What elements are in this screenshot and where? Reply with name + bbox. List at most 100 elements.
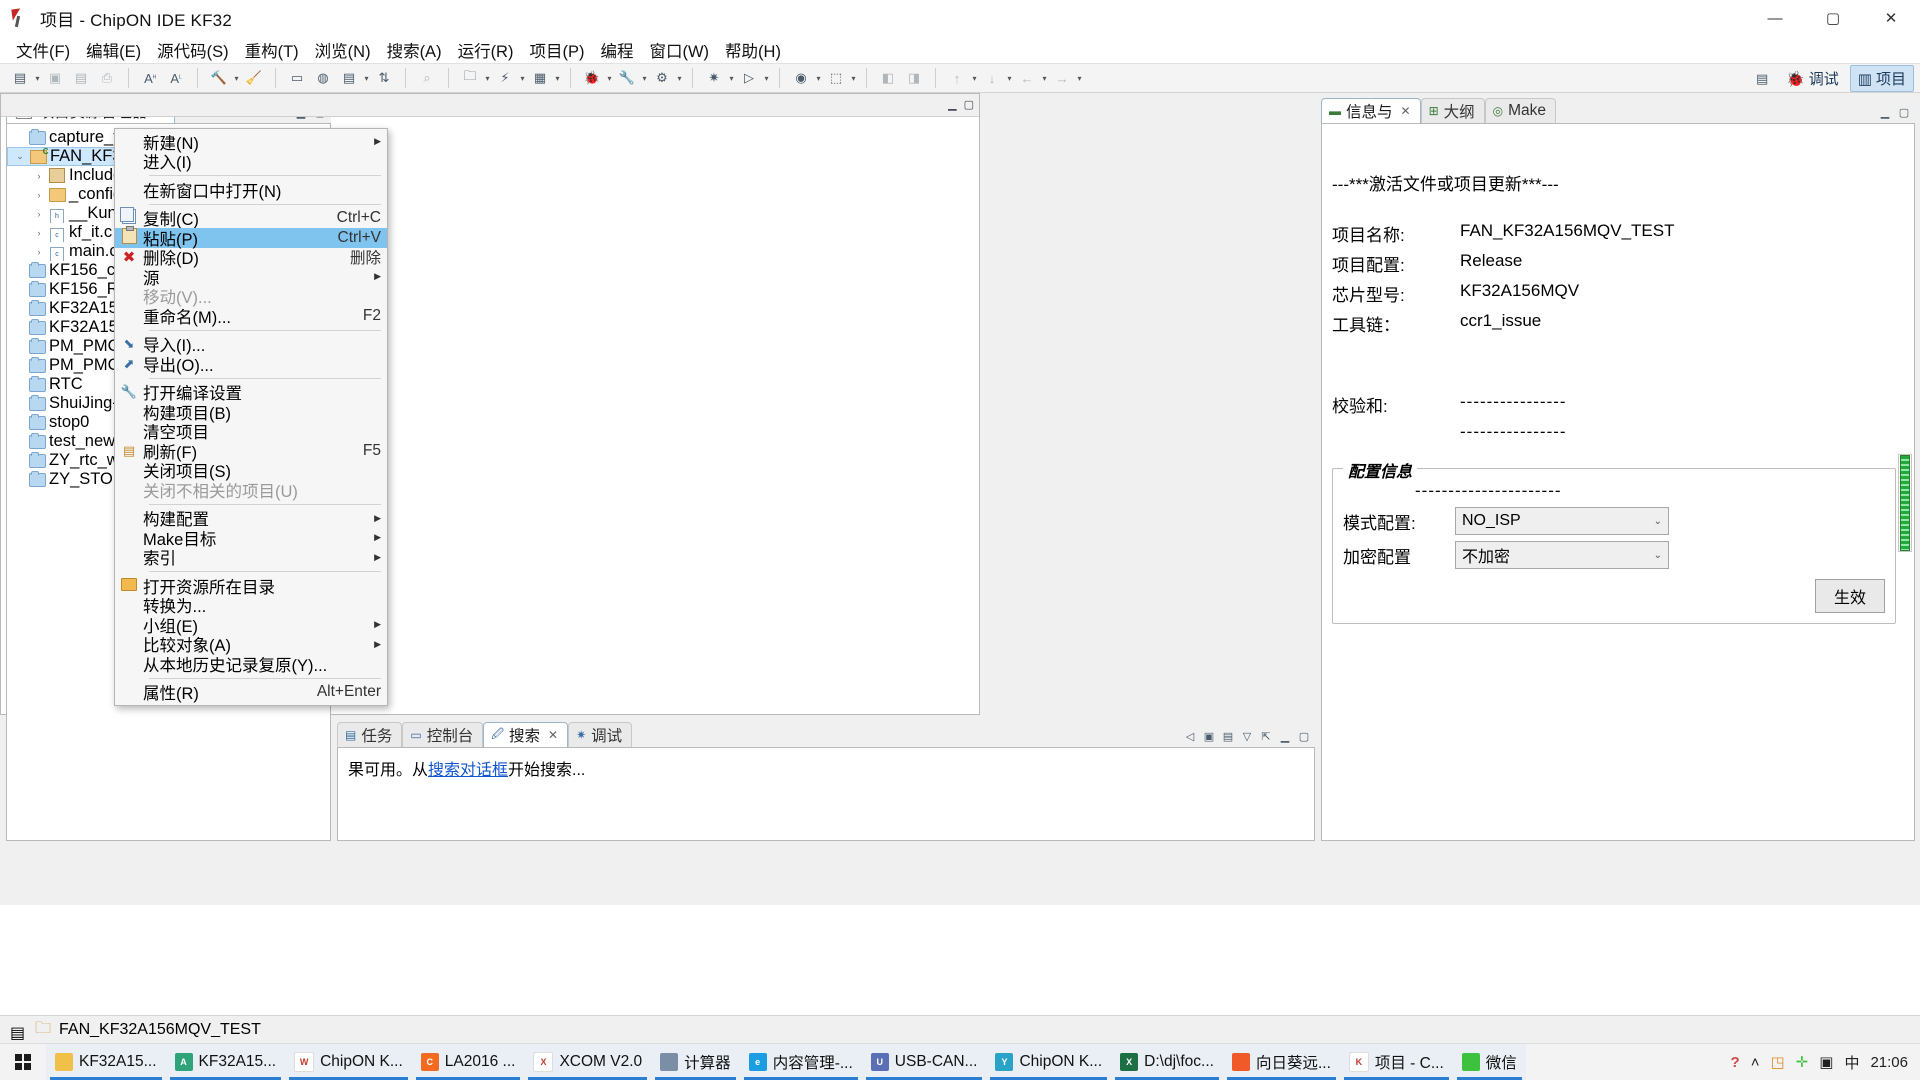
collapse-all-icon[interactable]: ▤ — [337, 66, 361, 90]
taskbar-item[interactable]: 计算器 — [651, 1044, 740, 1080]
menu-6[interactable]: 运行(R) — [450, 36, 522, 64]
context-menu-item[interactable]: ⬈导出(O)... — [115, 354, 387, 374]
menu-5[interactable]: 搜索(A) — [379, 36, 450, 64]
context-menu-item[interactable]: 索引▶ — [115, 548, 387, 568]
context-menu-item[interactable]: 从本地历史记录复原(Y)... — [115, 654, 387, 674]
profile-dropdown-arrow[interactable]: ▾ — [814, 67, 823, 89]
flash-icon[interactable]: ⚡ — [493, 66, 517, 90]
bottom-tab-3[interactable]: ✷调试 — [568, 722, 632, 747]
folder-toolbar-icon[interactable]: 🗀 — [458, 66, 482, 90]
globe-icon[interactable]: ◍ — [311, 66, 335, 90]
rp-minimize-icon[interactable]: ▁ — [1877, 104, 1893, 120]
taskbar-item[interactable]: CLA2016 ... — [412, 1044, 525, 1080]
taskbar-item[interactable]: UUSB-CAN... — [862, 1044, 987, 1080]
apply-button[interactable]: 生效 — [1815, 579, 1885, 613]
bp-pin-icon[interactable]: ▤ — [1220, 728, 1236, 744]
open-resource-icon[interactable]: ▭ — [285, 66, 309, 90]
bp-prev-icon[interactable]: ◁ — [1182, 728, 1198, 744]
link-icon[interactable]: ⇅ — [372, 66, 396, 90]
twisty-icon[interactable]: ⌄ — [12, 151, 28, 162]
forward-history-icon[interactable]: → — [1050, 66, 1074, 90]
settings-icon[interactable]: ⚙ — [650, 66, 674, 90]
settings-dropdown-arrow[interactable]: ▾ — [675, 67, 684, 89]
bottom-tab-1[interactable]: ▭控制台 — [402, 722, 483, 747]
profile-icon[interactable]: ◉ — [789, 66, 813, 90]
network-tray-icon[interactable]: ◳ — [1770, 1053, 1784, 1071]
back-icon[interactable]: ◧ — [876, 66, 900, 90]
taskbar-item[interactable]: KF32A15... — [46, 1044, 166, 1080]
taskbar-item[interactable]: XD:\dj\foc... — [1111, 1044, 1223, 1080]
run-icon[interactable]: ▷ — [737, 66, 761, 90]
bug-icon[interactable]: 🐞 — [580, 66, 604, 90]
back-history-icon[interactable]: ← — [1015, 66, 1039, 90]
right-tab-0[interactable]: ▬信息与✕ — [1321, 98, 1421, 123]
sparkle-dropdown-arrow[interactable]: ▾ — [727, 67, 736, 89]
prev-annotation-icon[interactable]: ↑ — [945, 66, 969, 90]
menu-9[interactable]: 窗口(W) — [641, 36, 717, 64]
rp-maximize-icon[interactable]: ▢ — [1896, 104, 1912, 120]
twisty-icon[interactable]: › — [31, 190, 47, 200]
taskbar-item[interactable]: 向日葵远... — [1223, 1044, 1340, 1080]
perspective-dropdown-arrow[interactable]: ▾ — [849, 67, 858, 89]
save-all-icon[interactable]: ▤ — [69, 66, 93, 90]
ime-tray-icon[interactable]: 中 — [1844, 1052, 1859, 1073]
menu-10[interactable]: 帮助(H) — [717, 36, 789, 64]
tab-close-icon[interactable]: ✕ — [548, 728, 558, 742]
forward-icon[interactable]: ◨ — [902, 66, 926, 90]
chip-dropdown-arrow[interactable]: ▾ — [553, 67, 562, 89]
bottom-tab-0[interactable]: ▤任务 — [337, 722, 402, 747]
perspective-debug[interactable]: 🐞调试 — [1779, 66, 1846, 91]
taskbar-item[interactable]: AKF32A15... — [166, 1044, 286, 1080]
menu-8[interactable]: 编程 — [592, 36, 641, 64]
search-dialog-link[interactable]: 搜索对话框 — [428, 762, 508, 779]
forward-history-arrow[interactable]: ▾ — [1075, 67, 1084, 89]
flash-dropdown-arrow[interactable]: ▾ — [518, 67, 527, 89]
new-icon[interactable]: ▤ — [8, 66, 32, 90]
menu-2[interactable]: 源代码(S) — [149, 36, 237, 64]
taskbar-item[interactable]: 微信 — [1453, 1044, 1526, 1080]
sparkle-icon[interactable]: ✷ — [702, 66, 726, 90]
tools-icon[interactable]: 🔧 — [615, 66, 639, 90]
twisty-icon[interactable]: › — [31, 209, 47, 219]
collapse-dropdown-arrow[interactable]: ▾ — [362, 67, 371, 89]
twisty-icon[interactable]: › — [31, 171, 47, 181]
taskbar-item[interactable]: YChipON K... — [986, 1044, 1111, 1080]
encrypt-config-select[interactable]: 不加密 ⌄ — [1455, 541, 1669, 569]
menu-3[interactable]: 重构(T) — [237, 36, 307, 64]
perspective-icon[interactable]: ⬚ — [824, 66, 848, 90]
search-toolbar-icon[interactable]: ⌕ — [415, 66, 439, 90]
close-button[interactable]: ✕ — [1862, 0, 1920, 36]
taskbar-item[interactable]: e内容管理-... — [740, 1044, 862, 1080]
twisty-icon[interactable]: › — [31, 247, 47, 257]
folder-dropdown-arrow[interactable]: ▾ — [483, 67, 492, 89]
toggle-comment-icon[interactable]: Aᴴ — [138, 66, 162, 90]
new-dropdown-arrow[interactable]: ▾ — [33, 67, 42, 89]
next-annotation-arrow[interactable]: ▾ — [1005, 67, 1014, 89]
bug-dropdown-arrow[interactable]: ▾ — [605, 67, 614, 89]
chevron-up-tray-icon[interactable]: ˄ — [1751, 1054, 1760, 1071]
build-dropdown-arrow[interactable]: ▾ — [232, 67, 241, 89]
bp-maximize-icon[interactable]: ▢ — [1296, 728, 1312, 744]
run-dropdown-arrow[interactable]: ▾ — [762, 67, 771, 89]
save-icon[interactable]: ▣ — [43, 66, 67, 90]
back-history-arrow[interactable]: ▾ — [1040, 67, 1049, 89]
taskbar-item[interactable]: WChipON K... — [285, 1044, 412, 1080]
scrollbar-thumb[interactable] — [1900, 455, 1910, 551]
shield-tray-icon[interactable]: ✛ — [1796, 1053, 1809, 1071]
twisty-icon[interactable]: › — [31, 228, 47, 238]
mode-config-select[interactable]: NO_ISP ⌄ — [1455, 507, 1669, 535]
context-menu-item[interactable]: 在新窗口中打开(N) — [115, 180, 387, 200]
taskbar-item[interactable]: K项目 - C... — [1340, 1044, 1453, 1080]
info-panel-scrollbar[interactable] — [1898, 454, 1912, 552]
next-annotation-icon[interactable]: ↓ — [980, 66, 1004, 90]
editor-minimize-icon[interactable]: ▁ — [948, 98, 956, 111]
clock[interactable]: 21:06 — [1870, 1054, 1908, 1071]
tab-close-icon[interactable]: ✕ — [1401, 104, 1411, 118]
build-hammer-icon[interactable]: 🔨 — [207, 66, 231, 90]
print-icon[interactable]: ⎙ — [95, 66, 119, 90]
menu-7[interactable]: 项目(P) — [521, 36, 592, 64]
context-menu-item[interactable]: 重命名(M)...F2 — [115, 306, 387, 326]
open-perspective-icon[interactable]: ▤ — [1750, 67, 1774, 91]
perspective-project[interactable]: ▥项目 — [1850, 65, 1914, 92]
prev-annotation-arrow[interactable]: ▾ — [970, 67, 979, 89]
